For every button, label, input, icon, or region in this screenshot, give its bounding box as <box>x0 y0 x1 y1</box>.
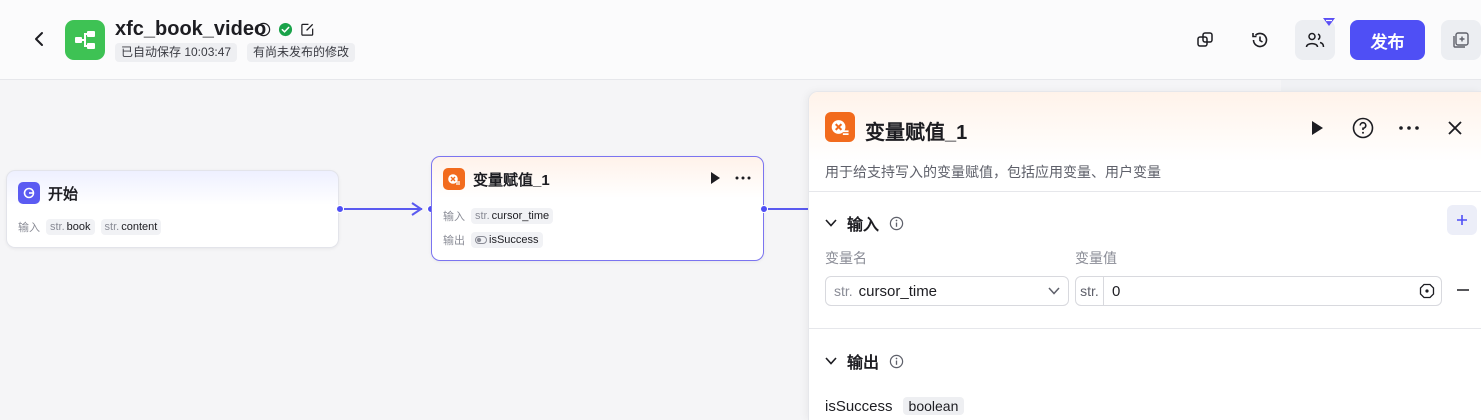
edge-arrow-icon <box>411 202 423 216</box>
info-icon[interactable] <box>255 21 271 37</box>
input-section-toggle[interactable]: 输入 <box>825 211 904 235</box>
start-output-port[interactable] <box>336 205 344 213</box>
var-node-actions <box>709 171 751 185</box>
unpublished-tag: 有尚未发布的修改 <box>247 43 356 62</box>
variable-assign-node[interactable]: 变量赋值_1 输入 str. cursor_time 输出 isSuccess <box>431 156 764 261</box>
input-chip-content: str. content <box>100 219 162 235</box>
var-type-label: str. <box>834 283 853 299</box>
section-divider <box>809 328 1481 329</box>
top-header: xfc_book_video 已自动保存 10:03:47 有尚未发布的修改 发… <box>0 0 1481 80</box>
users-icon <box>1305 32 1325 48</box>
autosave-tag: 已自动保存 10:03:47 <box>115 43 238 62</box>
start-icon <box>18 182 40 204</box>
more-icon[interactable] <box>735 176 751 180</box>
diamond-badge-icon <box>1323 18 1335 26</box>
info-icon[interactable] <box>889 354 904 369</box>
remove-row-button[interactable] <box>1453 280 1473 300</box>
title-icons <box>255 21 315 37</box>
input-chip-book: str. book <box>46 219 95 235</box>
variable-icon <box>825 112 855 142</box>
edge-var-out[interactable] <box>768 208 810 210</box>
expand-icon <box>1453 32 1469 48</box>
var-node-title: 变量赋值_1 <box>473 171 550 189</box>
input-label: 输入 <box>443 211 465 223</box>
var-node-input-row: 输入 str. cursor_time <box>443 208 554 224</box>
help-icon <box>1352 117 1374 139</box>
publish-button[interactable]: 发布 <box>1350 20 1425 60</box>
panel-actions <box>1305 116 1467 140</box>
input-label: 输入 <box>18 222 40 234</box>
start-node-title: 开始 <box>48 185 79 203</box>
more-icon <box>1399 126 1419 130</box>
output-chip-issuccess: isSuccess <box>471 232 543 248</box>
value-input[interactable]: 0 <box>1104 283 1419 300</box>
app-logo-icon <box>65 20 105 60</box>
toggle-icon <box>475 236 487 244</box>
plus-icon <box>1457 215 1467 225</box>
history-icon <box>1252 32 1268 48</box>
input-chip-cursor-time: str. cursor_time <box>471 208 554 224</box>
start-node-inputs: 输入 str. book str. content <box>18 219 162 235</box>
output-label: 输出 <box>443 235 465 247</box>
panel-title: 变量赋值_1 <box>865 122 968 144</box>
close-icon <box>1448 121 1462 135</box>
variable-name-select[interactable]: str. cursor_time <box>825 276 1069 306</box>
col-variable-name: 变量名 <box>825 250 867 266</box>
close-button[interactable] <box>1443 116 1467 140</box>
add-variable-button[interactable] <box>1447 205 1477 235</box>
copy-button[interactable] <box>1185 20 1225 60</box>
play-icon[interactable] <box>709 171 721 185</box>
save-status: 已自动保存 10:03:47 有尚未发布的修改 <box>115 43 356 62</box>
info-icon[interactable] <box>889 216 904 231</box>
var-name-value: cursor_time <box>858 282 938 300</box>
app-name: xfc_book_video <box>115 18 267 40</box>
reference-icon[interactable] <box>1419 283 1435 299</box>
output-section-title: 输出 <box>847 355 880 372</box>
col-variable-value: 变量值 <box>1075 250 1117 266</box>
var-output-port[interactable] <box>760 205 768 213</box>
panel-header: 变量赋值_1 用于给支持写入的变量赋值，包括应用变量、用户变量 <box>809 92 1481 192</box>
start-node[interactable]: 开始 输入 str. book str. content <box>6 170 339 248</box>
output-name: isSuccess <box>825 397 893 415</box>
expand-panel-button[interactable] <box>1441 20 1481 60</box>
node-config-panel: 变量赋值_1 用于给支持写入的变量赋值，包括应用变量、用户变量 输入 变量名 变… <box>808 91 1481 420</box>
value-type-button[interactable]: str. <box>1076 277 1104 305</box>
start-node-header: 开始 <box>18 182 78 204</box>
panel-description: 用于给支持写入的变量赋值，包括应用变量、用户变量 <box>825 164 1161 180</box>
var-node-output-row: 输出 isSuccess <box>443 232 543 248</box>
back-button[interactable] <box>28 26 50 52</box>
chevron-down-icon <box>825 357 837 365</box>
chevron-down-icon <box>1048 287 1060 295</box>
play-icon <box>1312 121 1323 135</box>
back-icon <box>35 32 43 46</box>
help-button[interactable] <box>1351 116 1375 140</box>
more-button[interactable] <box>1397 116 1421 140</box>
output-section-toggle[interactable]: 输出 <box>825 349 904 373</box>
check-circle-icon <box>277 21 293 37</box>
variable-value-field[interactable]: str. 0 <box>1075 276 1442 306</box>
run-button[interactable] <box>1305 116 1329 140</box>
chevron-down-icon <box>825 219 837 227</box>
edit-icon[interactable] <box>299 21 315 37</box>
history-button[interactable] <box>1240 20 1280 60</box>
copy-icon <box>1197 32 1213 47</box>
variable-icon <box>443 168 465 190</box>
input-section-title: 输入 <box>847 217 880 234</box>
var-node-header: 变量赋值_1 <box>443 168 550 190</box>
collaborators-button[interactable] <box>1295 18 1335 60</box>
output-type-tag: boolean <box>902 397 965 415</box>
minus-icon <box>1457 289 1469 291</box>
output-row: isSuccess boolean <box>825 397 965 415</box>
